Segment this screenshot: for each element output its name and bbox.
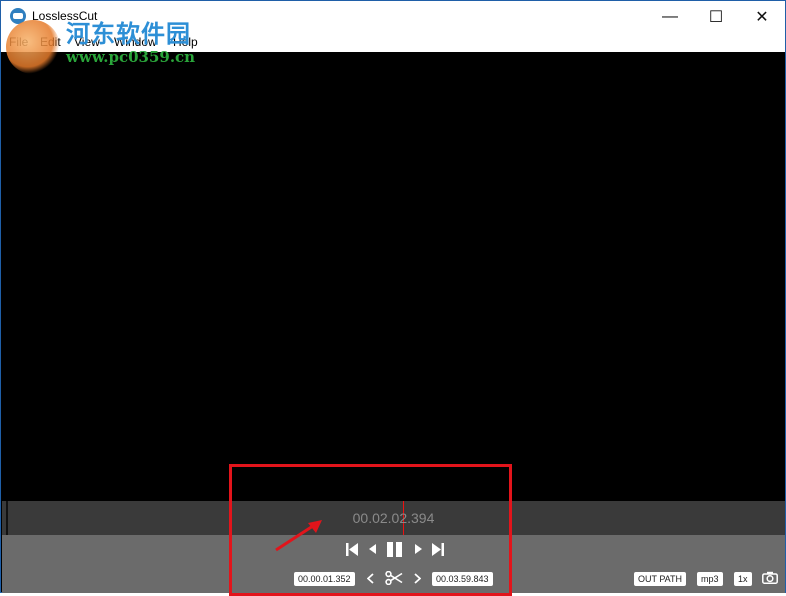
app-window: LosslessCut — ☐ ✕ File Edit View Window … bbox=[0, 0, 786, 593]
prev-cut-button[interactable] bbox=[365, 570, 375, 586]
out-path-button[interactable]: OUT PATH bbox=[634, 572, 687, 586]
menu-view[interactable]: View bbox=[74, 35, 100, 49]
screenshot-button[interactable] bbox=[761, 569, 779, 585]
menu-help[interactable]: Help bbox=[173, 35, 198, 49]
speed-button[interactable]: 1x bbox=[734, 572, 752, 586]
window-title: LosslessCut bbox=[32, 9, 98, 23]
menu-edit[interactable]: Edit bbox=[40, 35, 61, 49]
cut-end-time[interactable]: 00.03.59.843 bbox=[432, 572, 493, 586]
maximize-button[interactable]: ☐ bbox=[693, 1, 739, 32]
close-icon: ✕ bbox=[755, 8, 769, 26]
menu-bar: File Edit View Window Help bbox=[1, 32, 785, 52]
maximize-icon: ☐ bbox=[708, 8, 724, 26]
step-back-icon bbox=[368, 544, 376, 554]
menu-window[interactable]: Window bbox=[114, 35, 157, 49]
next-cut-icon bbox=[413, 572, 421, 584]
jump-end-icon bbox=[432, 542, 444, 556]
cut-start-time[interactable]: 00.00.01.352 bbox=[294, 572, 355, 586]
step-forward-button[interactable] bbox=[412, 541, 424, 557]
controls-bar: 00.00.01.352 00.03.59.843 OUT PATH mp3 1… bbox=[2, 535, 785, 593]
video-area[interactable] bbox=[2, 52, 785, 501]
jump-start-icon bbox=[346, 542, 358, 556]
minimize-button[interactable]: — bbox=[647, 1, 693, 32]
next-cut-button[interactable] bbox=[412, 570, 422, 586]
pause-button[interactable] bbox=[386, 540, 404, 558]
menu-file[interactable]: File bbox=[9, 35, 28, 49]
title-bar: LosslessCut — ☐ ✕ bbox=[1, 1, 785, 32]
cut-button[interactable] bbox=[384, 569, 404, 587]
close-button[interactable]: ✕ bbox=[739, 1, 785, 32]
minimize-icon: — bbox=[662, 7, 678, 25]
format-button[interactable]: mp3 bbox=[697, 572, 723, 586]
current-time: 00.02.02.394 bbox=[352, 510, 435, 526]
jump-end-button[interactable] bbox=[431, 541, 445, 557]
camera-icon bbox=[762, 571, 778, 584]
step-back-button[interactable] bbox=[366, 541, 378, 557]
app-icon bbox=[10, 8, 26, 24]
pause-icon bbox=[387, 541, 402, 557]
prev-cut-icon bbox=[366, 572, 374, 584]
step-forward-icon bbox=[414, 544, 422, 554]
scissors-icon bbox=[385, 571, 403, 585]
jump-start-button[interactable] bbox=[345, 541, 359, 557]
timeline[interactable]: 00.02.02.394 bbox=[2, 501, 785, 535]
